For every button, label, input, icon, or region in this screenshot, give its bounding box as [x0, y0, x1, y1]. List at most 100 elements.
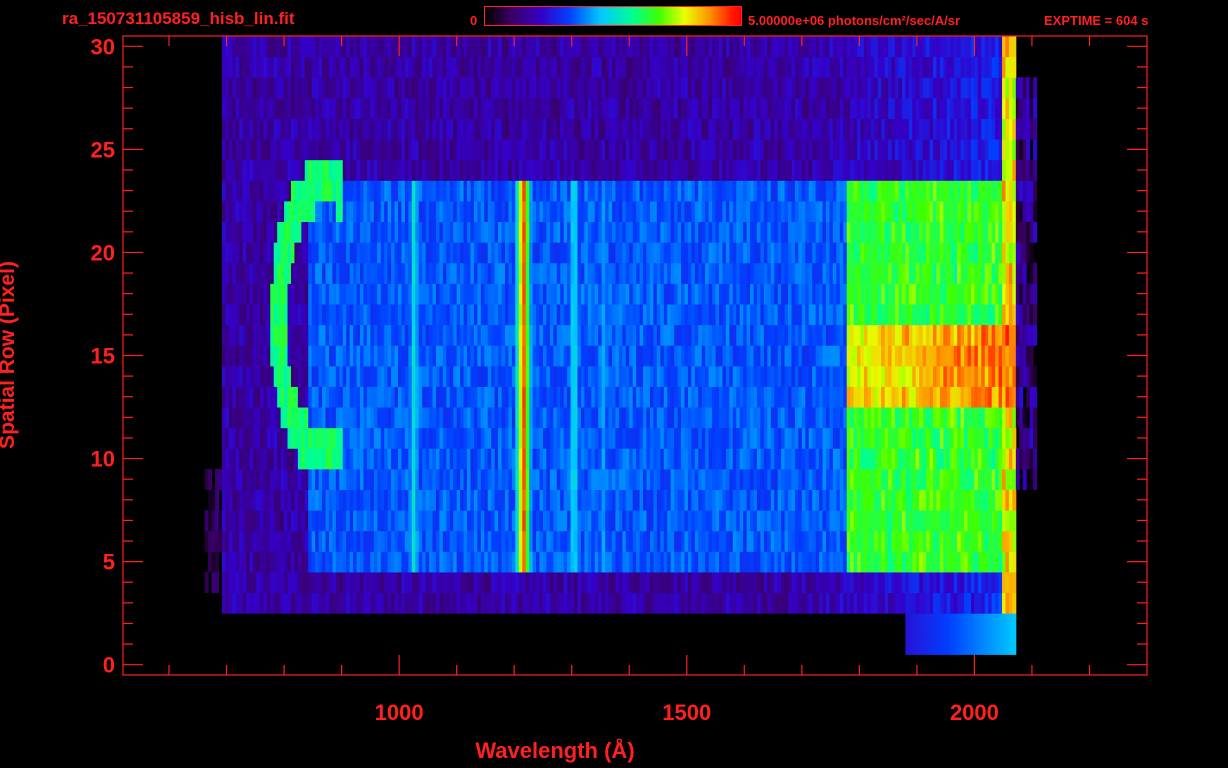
heat-cell-523 [1002, 571, 1006, 594]
heat-cell-3746 [777, 283, 782, 305]
heat-cell-3712 [660, 283, 665, 305]
heat-cell-84 [290, 592, 295, 614]
heat-cell-1717 [277, 448, 282, 470]
heat-cell-2366 [891, 407, 896, 429]
heat-cell-2922 [373, 345, 378, 367]
heat-cell-68 [235, 592, 240, 614]
heat-cell-790 [308, 530, 313, 552]
heat-cell-532 [228, 551, 233, 573]
heat-cell-3283 [808, 324, 813, 346]
heat-cell-1211 [950, 510, 955, 532]
heat-cell-3140 [315, 324, 320, 346]
heat-cell-2773 [674, 365, 679, 387]
heat-cell-1935 [1029, 448, 1034, 470]
heat-cell-3680 [549, 283, 554, 305]
heat-cell-2442 [342, 386, 347, 408]
heat-cell-154 [532, 592, 537, 614]
heat-cell-2756 [615, 365, 620, 387]
heat-cell-2228 [415, 407, 420, 429]
heat-cell-4515 [995, 221, 1000, 243]
heat-cell-3906 [515, 262, 520, 284]
heat-cell-3280 [798, 324, 803, 346]
heat-cell-1533 [449, 468, 454, 490]
heat-cell-2459 [401, 386, 406, 408]
heat-cell-3016 [698, 345, 703, 367]
heat-cell-857 [539, 530, 544, 552]
heat-cell-698 [801, 551, 806, 573]
heat-cell-2467 [429, 386, 434, 408]
heat-cell-2561 [753, 386, 758, 408]
heat-cell-835 [463, 530, 468, 552]
heat-cell-2814 [815, 365, 820, 387]
heat-cell-3379 [325, 303, 330, 326]
heat-cell-519 [988, 571, 993, 594]
heat-cell-2532 [653, 386, 658, 408]
heat-cell-4629 [574, 200, 578, 223]
heat-cell-302 [239, 571, 244, 594]
heat-cell-1788 [522, 448, 527, 470]
heat-cell-1477 [256, 468, 261, 490]
heat-cell-615 [515, 551, 520, 573]
heat-cell-1888 [867, 448, 872, 470]
heat-cell-4556 [322, 200, 326, 223]
heat-cell-2573 [794, 386, 799, 408]
heat-cell-3073 [895, 345, 899, 367]
heat-cell-972 [936, 530, 941, 552]
heat-cell-2512 [584, 386, 589, 408]
heat-cell-2565 [767, 386, 772, 408]
heat-cell-4163 [591, 242, 596, 264]
heat-cell-2322 [739, 407, 744, 429]
heat-cell-1124 [649, 510, 654, 532]
heat-cell-3903 [504, 262, 509, 284]
heat-cell-316 [287, 571, 292, 594]
heat-cell-4086 [325, 242, 330, 264]
heat-cell-1008 [249, 510, 254, 532]
heat-cell-324 [315, 571, 320, 594]
heat-cell-164 [567, 592, 572, 614]
heat-cell-96 [332, 592, 337, 614]
heat-cell-967 [919, 530, 924, 552]
heat-cell-1507 [360, 468, 364, 490]
heat-cell-1470 [232, 468, 237, 490]
heat-cell-2942 [442, 345, 447, 367]
heat-cell-327 [325, 571, 330, 594]
heat-cell-994 [1012, 530, 1017, 552]
heat-cell-1706 [239, 448, 244, 470]
heat-cell-2018 [501, 427, 506, 449]
heat-cell-3591 [242, 283, 247, 305]
heat-cell-4481 [877, 221, 882, 243]
heat-cell-2609 [919, 386, 924, 408]
heat-cell-3350 [225, 303, 230, 326]
heat-cell-1217 [970, 510, 975, 532]
heat-cell-1199 [908, 510, 913, 532]
heat-cell-2583 [829, 386, 834, 408]
heat-cell-3353 [235, 303, 240, 326]
heat-cell-448 [743, 571, 748, 594]
heat-cell-1730 [322, 448, 326, 470]
heat-cell-1024 [304, 510, 309, 532]
heat-cell-132 [456, 592, 461, 614]
heat-cell-3264 [743, 324, 748, 346]
heat-cell-1272 [356, 489, 361, 511]
heat-cell-4387 [553, 221, 558, 243]
heat-cell-3025 [729, 345, 734, 367]
heat-cell-1722 [294, 448, 299, 470]
heat-cell-2073 [691, 427, 696, 449]
heat-cell-2185 [266, 407, 271, 429]
heat-cell-3285 [815, 324, 820, 346]
heat-cell-2513 [587, 386, 592, 408]
heat-cell-4185 [667, 242, 672, 264]
heat-cell-4262 [932, 242, 937, 264]
heat-cell-689 [770, 551, 775, 573]
heat-cell-232 [801, 592, 806, 614]
heat-cell-988 [991, 530, 996, 552]
heat-cell-3569 [981, 303, 986, 326]
heat-cell-1900 [908, 448, 913, 470]
heat-cell-2897 [287, 345, 292, 367]
heat-cell-3770 [860, 283, 865, 305]
heat-cell-153 [529, 592, 534, 614]
heat-cell-2735 [542, 365, 547, 387]
heat-cell-3839 [284, 262, 289, 284]
heat-cell-1396 [784, 489, 789, 511]
heat-cell-7 [929, 633, 934, 655]
